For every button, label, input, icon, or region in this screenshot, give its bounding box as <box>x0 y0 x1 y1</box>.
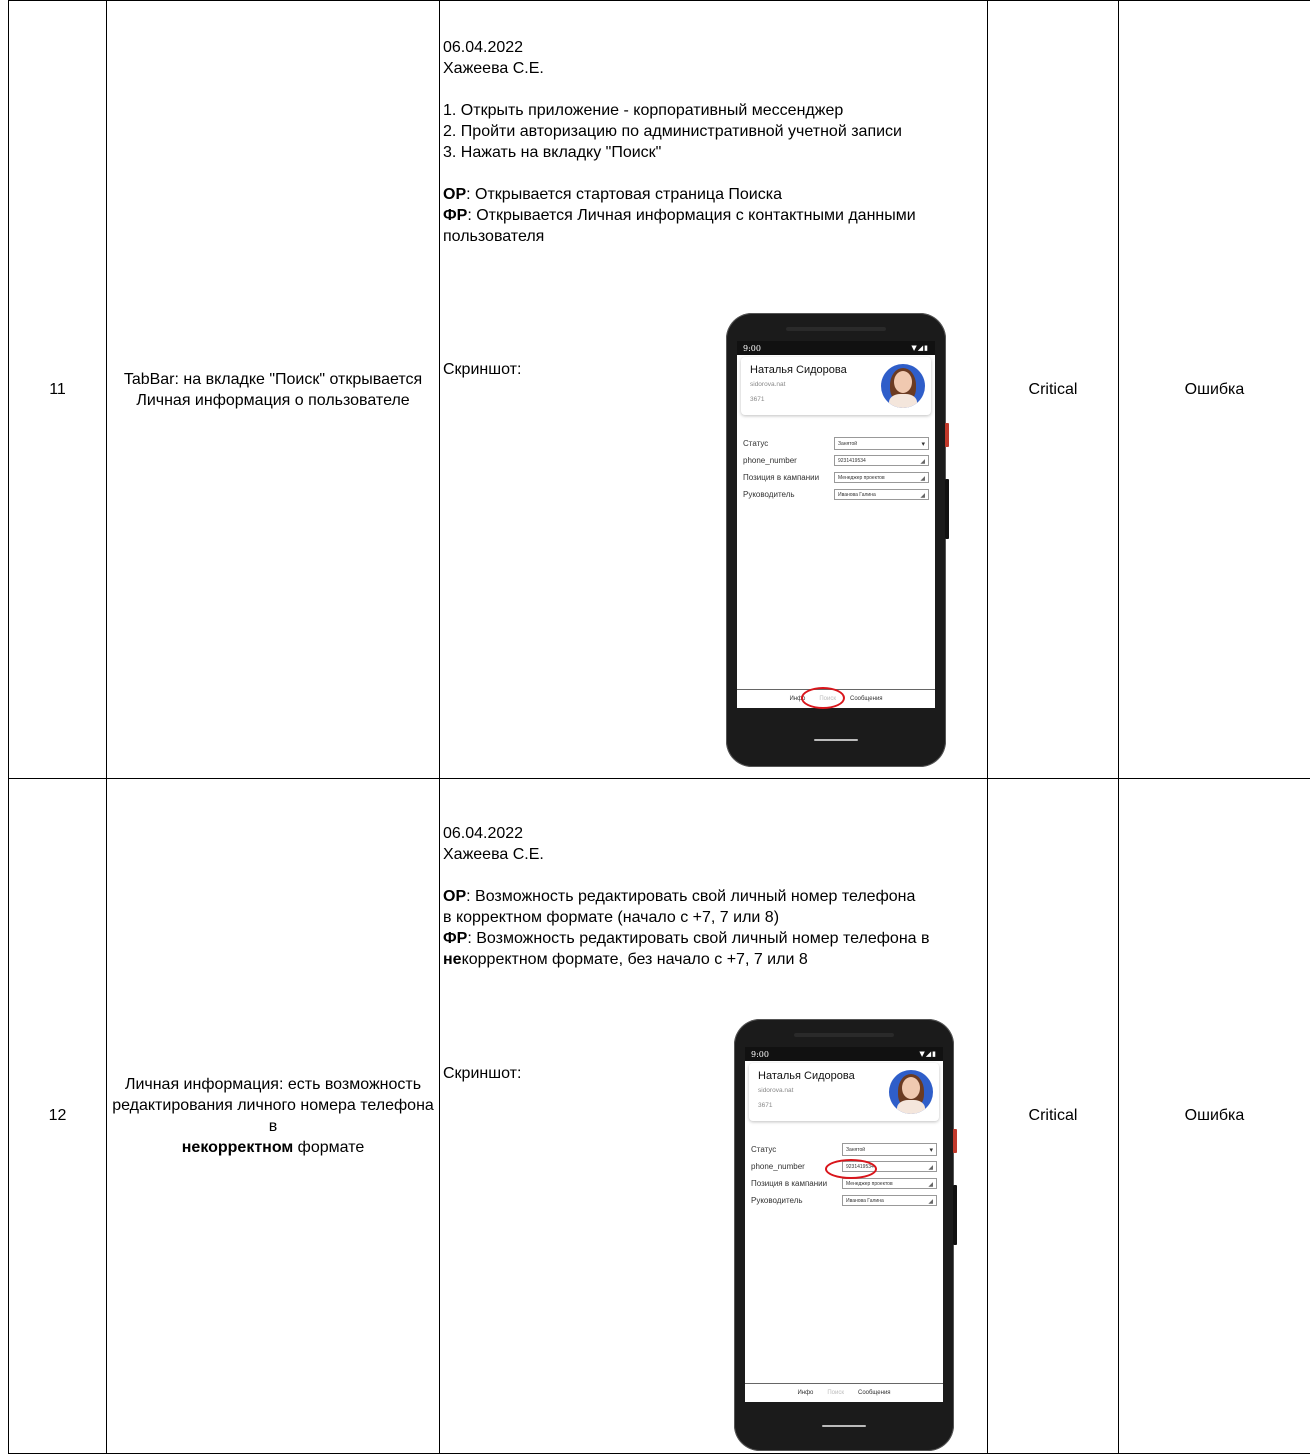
profile-login: sidorova.nat <box>750 381 785 388</box>
bug-type: Ошибка <box>1119 1 1310 779</box>
expected-label: ОР <box>443 186 466 203</box>
table-row: 11 TabBar: на вкладке "Поиск" открываетс… <box>9 1 1310 779</box>
tab-info[interactable]: Инфо <box>797 1390 813 1396</box>
row-number: 12 <box>9 779 107 1454</box>
severity: Critical <box>988 779 1119 1454</box>
actual-label: ФР <box>443 207 467 224</box>
manager-input[interactable]: Иванова Галина◢ <box>834 489 929 500</box>
expected-label: ОР <box>443 888 466 905</box>
field-row: СтатусЗанятой▾ <box>751 1141 939 1158</box>
row-number: 11 <box>9 1 107 779</box>
status-select[interactable]: Занятой▾ <box>842 1143 937 1156</box>
screenshot-label: Скриншот: <box>443 1065 521 1083</box>
resize-grip-icon: ◢ <box>928 1180 933 1190</box>
resize-grip-icon: ◢ <box>920 457 925 467</box>
screenshot-label: Скриншот: <box>443 361 521 379</box>
bug-report-table: 11 TabBar: на вкладке "Поиск" открываетс… <box>8 0 1310 1454</box>
step-3: 3. Нажать на вкладку "Поиск" <box>443 142 983 163</box>
bug-author: Хажеева С.Е. <box>443 844 983 865</box>
field-row: РуководительИванова Галина◢ <box>743 486 931 503</box>
expected-text: : Открывается стартовая страница Поиска <box>466 186 782 203</box>
bug-steps: 06.04.2022 Хажеева С.Е. 1. Открыть прило… <box>443 37 983 247</box>
status-icons: ▼◢▮ <box>911 344 929 352</box>
bug-type: Ошибка <box>1119 779 1310 1454</box>
bug-steps: 06.04.2022 Хажеева С.Е. ОР: Возможность … <box>443 823 983 970</box>
resize-grip-icon: ◢ <box>928 1163 933 1173</box>
field-row: СтатусЗанятой▾ <box>743 435 931 452</box>
position-input[interactable]: Менеджер проектов◢ <box>842 1178 937 1189</box>
status-bar: 9:00 ▼◢▮ <box>745 1047 943 1061</box>
actual-label: ФР <box>443 930 467 947</box>
profile-ext: 3671 <box>750 396 764 403</box>
status-time: 9:00 <box>751 1050 769 1059</box>
profile-fields: СтатусЗанятой▾ phone_number9231419534◢ П… <box>743 435 931 503</box>
tab-bar: Инфо Поиск Сообщения <box>745 1383 943 1402</box>
profile-card: Наталья Сидорова sidorova.nat 3671 <box>749 1063 939 1121</box>
actual-text: : Открывается Личная информация с контак… <box>443 207 916 245</box>
phone-number-input[interactable]: 9231419534◢ <box>834 455 929 466</box>
expected-result: ОР: Возможность редактировать свой личны… <box>443 886 928 928</box>
avatar <box>889 1070 933 1114</box>
highlight-oval <box>825 1159 877 1179</box>
bug-summary: Личная информация: есть возможность реда… <box>107 779 440 1454</box>
step-2: 2. Пройти авторизацию по административно… <box>443 121 923 142</box>
profile-login: sidorova.nat <box>758 1087 793 1094</box>
severity: Critical <box>988 1 1119 779</box>
profile-card: Наталья Сидорова sidorova.nat 3671 <box>741 357 931 415</box>
resize-grip-icon: ◢ <box>920 491 925 501</box>
phone-screen: 9:00 ▼◢▮ Наталья Сидорова sidorova.nat 3… <box>737 341 935 708</box>
field-row: Позиция в кампанииМенеджер проектов◢ <box>743 469 931 486</box>
bug-summary: TabBar: на вкладке "Поиск" открывается Л… <box>107 1 440 779</box>
step-1: 1. Открыть приложение - корпоративный ме… <box>443 100 983 121</box>
actual-result: ФР: Возможность редактировать свой личны… <box>443 928 983 970</box>
home-indicator <box>822 1425 866 1427</box>
manager-input[interactable]: Иванова Галина◢ <box>842 1195 937 1206</box>
tab-search[interactable]: Поиск <box>827 1390 844 1396</box>
phone-screenshot: 9:00 ▼◢▮ Наталья Сидорова sidorova.nat 3… <box>734 1019 954 1451</box>
bug-author: Хажеева С.Е. <box>443 58 983 79</box>
bug-steps-cell: 06.04.2022 Хажеева С.Е. 1. Открыть прило… <box>440 1 988 779</box>
profile-name: Наталья Сидорова <box>750 364 847 376</box>
phone-screen: 9:00 ▼◢▮ Наталья Сидорова sidorova.nat 3… <box>745 1047 943 1402</box>
phone-screenshot: 9:00 ▼◢▮ Наталья Сидорова sidorova.nat 3… <box>726 313 946 767</box>
position-input[interactable]: Менеджер проектов◢ <box>834 472 929 483</box>
highlight-oval <box>801 687 845 709</box>
bug-steps-cell: 06.04.2022 Хажеева С.Е. ОР: Возможность … <box>440 779 988 1454</box>
expected-text: : Возможность редактировать свой личный … <box>443 888 915 926</box>
expected-result: ОР: Открывается стартовая страница Поиск… <box>443 184 983 205</box>
tab-messages[interactable]: Сообщения <box>850 696 883 702</box>
status-bar: 9:00 ▼◢▮ <box>737 341 935 355</box>
status-icons: ▼◢▮ <box>919 1050 937 1058</box>
status-select[interactable]: Занятой▾ <box>834 437 929 450</box>
bug-date: 06.04.2022 <box>443 823 983 844</box>
profile-ext: 3671 <box>758 1102 772 1109</box>
avatar <box>881 364 925 408</box>
home-indicator <box>814 739 858 741</box>
actual-result: ФР: Открывается Личная информация с конт… <box>443 205 923 247</box>
chevron-down-icon: ▾ <box>921 438 925 451</box>
status-time: 9:00 <box>743 344 761 353</box>
resize-grip-icon: ◢ <box>928 1197 933 1207</box>
profile-name: Наталья Сидорова <box>758 1070 855 1082</box>
table-row: 12 Личная информация: есть возможность р… <box>9 779 1310 1454</box>
field-row: phone_number9231419534◢ <box>743 452 931 469</box>
field-row: РуководительИванова Галина◢ <box>751 1192 939 1209</box>
resize-grip-icon: ◢ <box>920 474 925 484</box>
bug-date: 06.04.2022 <box>443 37 983 58</box>
chevron-down-icon: ▾ <box>929 1144 933 1157</box>
tab-messages[interactable]: Сообщения <box>858 1390 891 1396</box>
